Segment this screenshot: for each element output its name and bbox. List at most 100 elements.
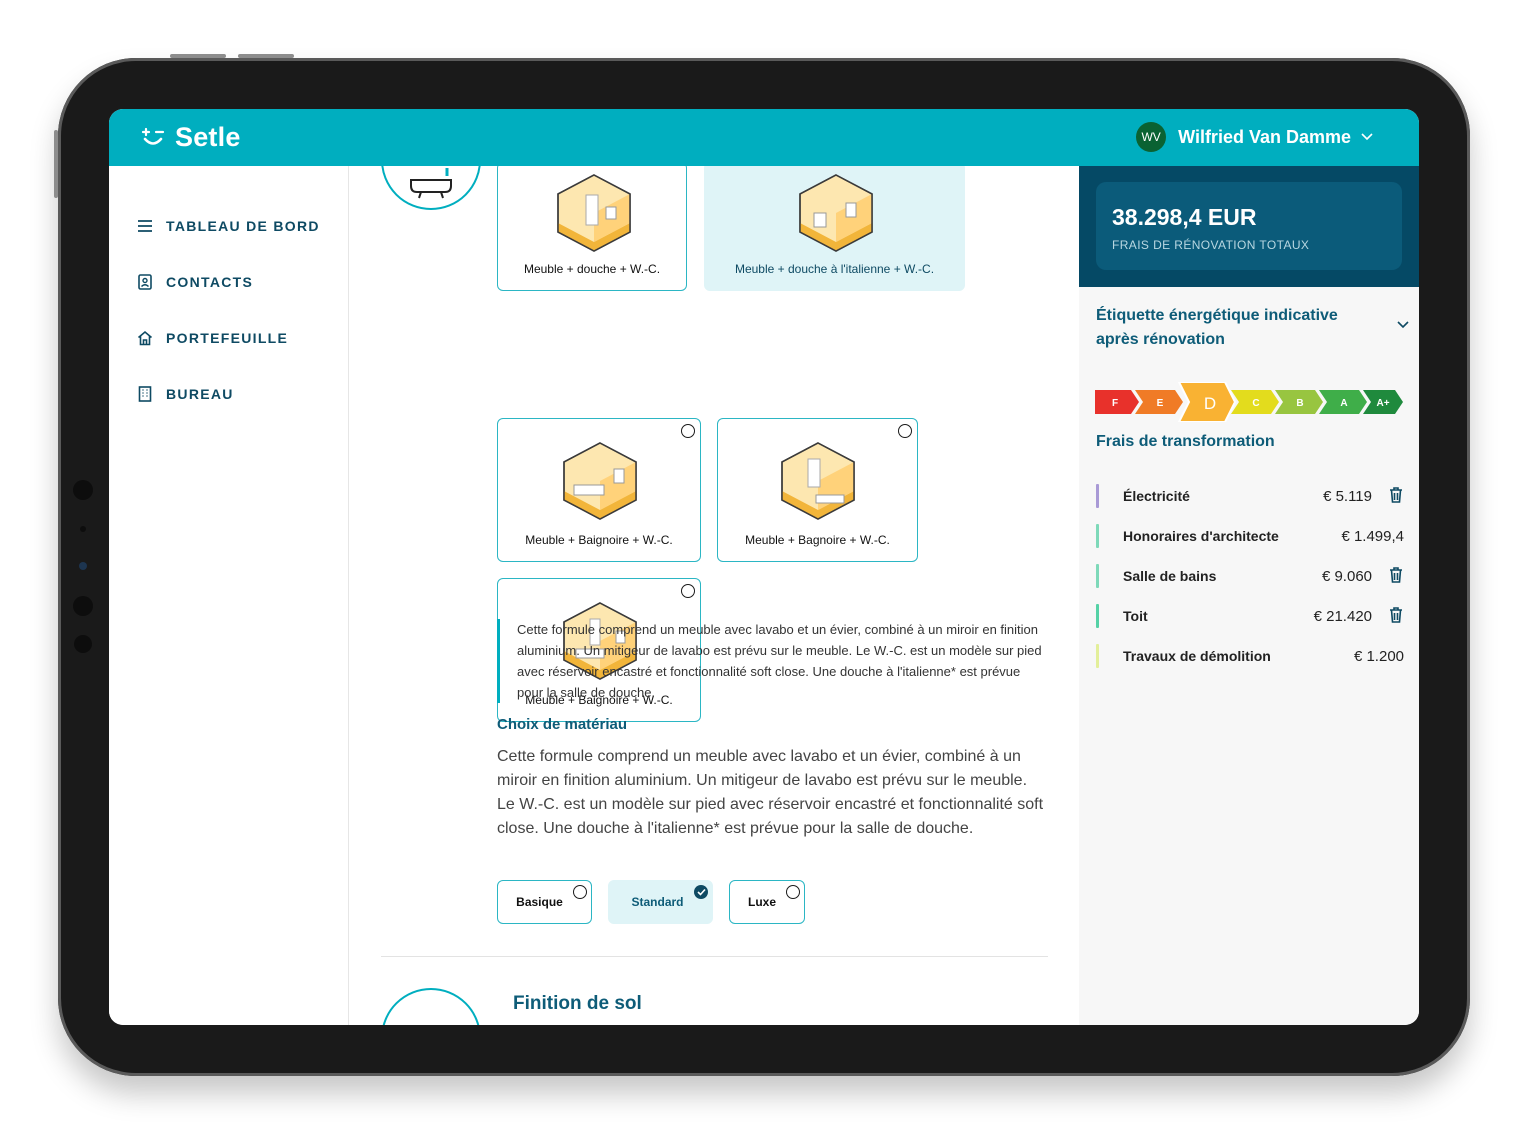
building-icon — [137, 386, 153, 402]
energy-class-c: C — [1231, 390, 1279, 414]
energy-class-label: A+ — [1376, 398, 1389, 409]
bathroom-option-card[interactable]: Meuble + Baignoire + W.-C. — [497, 418, 701, 562]
sidebar-item-label: BUREAU — [166, 386, 234, 402]
sidebar-item-portfolio[interactable]: PORTEFEUILLE — [137, 330, 288, 346]
floor-category-icon — [381, 988, 481, 1025]
volume-button-top-2 — [238, 54, 294, 58]
cost-label: Salle de bains — [1123, 568, 1217, 584]
cost-label: Toit — [1123, 608, 1148, 624]
energy-class-label: A — [1340, 398, 1347, 409]
level-standard-button[interactable]: Standard — [608, 880, 713, 924]
camera-dot — [80, 526, 86, 532]
cost-color-bar — [1096, 484, 1099, 508]
cost-label: Honoraires d'architecte — [1123, 528, 1279, 544]
option-label: Meuble + douche + W.-C. — [523, 262, 661, 276]
cost-value: € 1.200 — [1353, 648, 1404, 665]
cost-value: € 21.420 — [1313, 608, 1372, 625]
cost-row-architect: Honoraires d'architecte € 1.499,4 — [1096, 524, 1404, 548]
volume-button-top — [170, 54, 226, 58]
material-choice-title: Choix de matériau — [497, 716, 628, 733]
user-menu[interactable]: WV Wilfried Van Damme — [1136, 122, 1373, 152]
app-screen: Setle WV Wilfried Van Damme TABLEAU DE B… — [109, 109, 1419, 1025]
camera-dot — [74, 635, 92, 653]
cost-label: Travaux de démolition — [1123, 648, 1271, 664]
summary-panel: 38.298,4 EUR FRAIS DE RÉNOVATION TOTAUX … — [1079, 166, 1419, 1025]
bathroom-illustration-icon — [781, 442, 855, 520]
energy-class-label: D — [1204, 394, 1216, 413]
option-label: Meuble + Bagnoire + W.-C. — [745, 533, 890, 547]
energy-class-b: B — [1275, 390, 1323, 414]
cost-color-bar — [1096, 564, 1099, 588]
cost-row-electricity: Électricité € 5.119 — [1096, 484, 1404, 508]
option-description-quote: Cette formule comprend un meuble avec la… — [497, 619, 1042, 703]
cost-value: € 5.119 — [1323, 488, 1372, 505]
contacts-icon — [137, 274, 153, 290]
level-label: Luxe — [747, 895, 776, 909]
sidebar-item-label: TABLEAU DE BORD — [166, 218, 320, 234]
power-button — [54, 130, 58, 198]
cost-row-demolition: Travaux de démolition € 1.200 — [1096, 644, 1404, 668]
energy-class-d-selected: D — [1177, 382, 1237, 422]
sidebar-item-label: PORTEFEUILLE — [166, 330, 289, 346]
material-description: Cette formule comprend un meuble avec la… — [497, 748, 1044, 837]
sidebar-item-office[interactable]: BUREAU — [137, 386, 234, 402]
energy-class-label: B — [1296, 398, 1303, 409]
option-label: Meuble + Baignoire + W.-C. — [525, 533, 673, 547]
energy-class-e: E — [1135, 390, 1183, 414]
cost-value: € 9.060 — [1321, 568, 1372, 585]
bathroom-option-card-selected[interactable]: Meuble + douche à l'italienne + W.-C. — [704, 166, 965, 291]
trash-icon[interactable] — [1388, 566, 1404, 584]
logo-text: Setle — [175, 121, 241, 152]
trash-icon[interactable] — [1388, 606, 1404, 624]
bathtub-category-icon — [381, 166, 481, 210]
cost-value: € 1.499,4 — [1341, 528, 1404, 545]
bathroom-option-card[interactable]: Meuble + Bagnoire + W.-C. — [717, 418, 918, 562]
cost-color-bar — [1096, 604, 1099, 628]
total-cost-card: 38.298,4 EUR FRAIS DE RÉNOVATION TOTAUX — [1096, 182, 1402, 270]
camera-dot — [73, 596, 93, 616]
cost-row-bathroom: Salle de bains € 9.060 — [1096, 564, 1404, 588]
energy-class-f: F — [1095, 390, 1139, 414]
transformation-costs-title: Frais de transformation — [1096, 433, 1275, 450]
camera-dot — [73, 480, 93, 500]
option-radio[interactable] — [898, 424, 912, 438]
top-bar: Setle WV Wilfried Van Damme — [109, 109, 1419, 166]
level-luxe-button[interactable]: Luxe — [729, 880, 805, 924]
level-radio[interactable] — [786, 885, 800, 899]
floor-finish-title: Finition de sol — [513, 993, 642, 1014]
sidebar: TABLEAU DE BORD CONTACTS PORTEFEUILLE BU… — [109, 166, 349, 1025]
home-icon — [137, 330, 153, 346]
section-divider — [381, 956, 1048, 957]
energy-label-scale: F E D C B A A+ — [1095, 382, 1403, 422]
energy-class-label: F — [1112, 398, 1118, 409]
sidebar-item-label: CONTACTS — [166, 274, 254, 290]
level-label: Standard — [631, 895, 684, 909]
option-radio[interactable] — [681, 584, 695, 598]
energy-class-label: E — [1157, 398, 1164, 409]
sidebar-item-dashboard[interactable]: TABLEAU DE BORD — [137, 218, 320, 234]
camera-lens — [79, 562, 87, 570]
bathroom-illustration-icon — [557, 174, 631, 252]
total-label: FRAIS DE RÉNOVATION TOTAUX — [1112, 238, 1310, 252]
chevron-down-icon[interactable] — [1397, 318, 1409, 332]
total-amount: 38.298,4 EUR — [1112, 204, 1257, 230]
bathroom-option-card[interactable]: Meuble + douche + W.-C. — [497, 166, 687, 291]
energy-class-a: A — [1319, 390, 1367, 414]
bathroom-illustration-icon — [563, 442, 637, 520]
level-basic-button[interactable]: Basique — [497, 880, 592, 924]
logo[interactable]: Setle — [139, 120, 241, 154]
energy-class-label: C — [1252, 398, 1259, 409]
level-radio[interactable] — [573, 885, 587, 899]
energy-class-a-plus: A+ — [1363, 390, 1403, 414]
summary-header: 38.298,4 EUR FRAIS DE RÉNOVATION TOTAUX — [1079, 166, 1419, 287]
smile-logo-icon — [139, 123, 167, 151]
chevron-down-icon — [1361, 130, 1373, 144]
check-icon — [694, 885, 708, 899]
level-label: Basique — [516, 895, 563, 909]
option-radio[interactable] — [681, 424, 695, 438]
sidebar-item-contacts[interactable]: CONTACTS — [137, 274, 253, 290]
cost-color-bar — [1096, 524, 1099, 548]
energy-label-title[interactable]: Étiquette énergétique indicative après r… — [1096, 304, 1366, 352]
menu-icon — [137, 218, 153, 234]
trash-icon[interactable] — [1388, 486, 1404, 504]
